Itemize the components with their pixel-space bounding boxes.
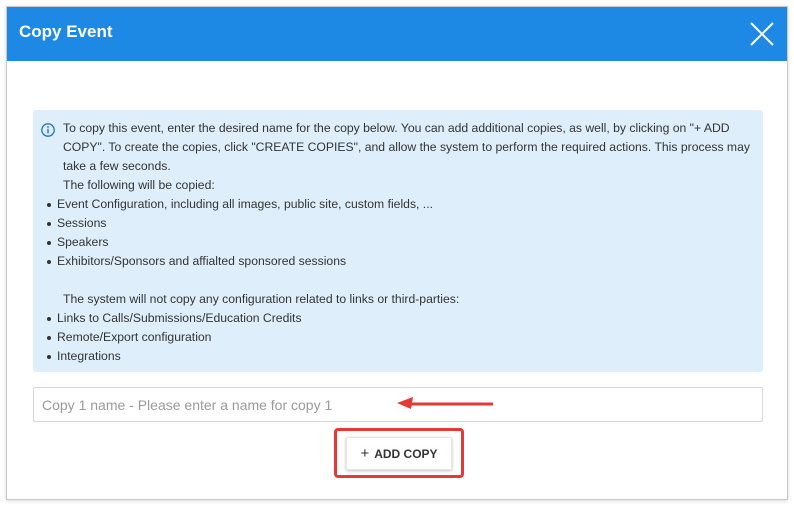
list-item: Integrations [45,347,751,366]
dialog-title: Copy Event [19,22,113,41]
not-copied-list: Links to Calls/Submissions/Education Cre… [45,309,751,366]
copy-event-dialog: Copy Event To copy this event, enter the… [6,6,788,500]
list-item: Sessions [45,214,751,233]
list-item: Remote/Export configuration [45,328,751,347]
list-item: Event Configuration, including all image… [45,195,751,214]
copied-list: Event Configuration, including all image… [45,195,751,271]
list-item: Links to Calls/Submissions/Education Cre… [45,309,751,328]
close-button[interactable] [747,19,777,49]
dialog-header: Copy Event [7,7,787,61]
info-icon [41,123,55,137]
info-intro: To copy this event, enter the desired na… [63,121,750,173]
close-icon [750,22,774,46]
add-copy-button[interactable]: + ADD COPY [346,437,452,470]
copy-name-input[interactable] [33,387,763,422]
add-copy-label: ADD COPY [374,446,438,461]
plus-icon: + [360,445,370,462]
list-item: Exhibitors/Sponsors and affialted sponso… [45,252,751,271]
copied-heading: The following will be copied: [63,178,215,192]
list-item: Speakers [45,233,751,252]
not-copied-heading: The system will not copy any configurati… [63,292,460,306]
info-panel: To copy this event, enter the desired na… [33,110,763,372]
